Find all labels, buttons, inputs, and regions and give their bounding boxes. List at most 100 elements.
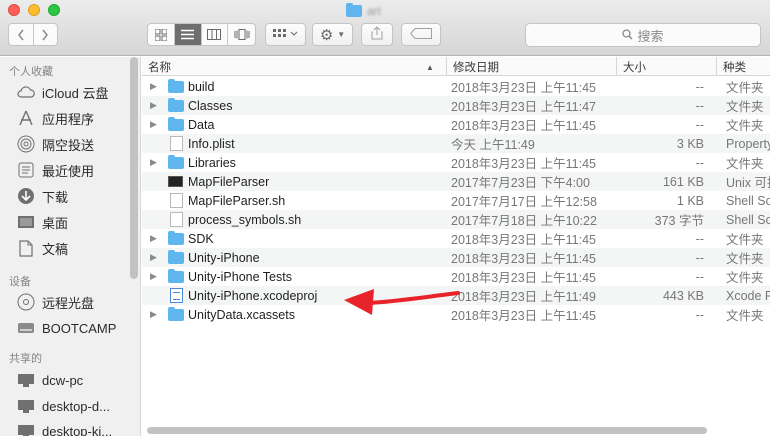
sidebar-item-remote-disc[interactable]: 远程光盘 xyxy=(16,292,94,312)
sidebar-item-label: iCloud 云盘 xyxy=(42,85,109,101)
file-kind: 文件夹 xyxy=(726,81,764,95)
toolbar: art ⚙ ▼ 搜索 xyxy=(0,0,770,56)
table-row[interactable]: process_symbols.sh 2017年7月18日 上午10:22 373 … xyxy=(142,210,770,229)
download-icon xyxy=(16,187,36,205)
documents-icon xyxy=(16,239,36,257)
table-row[interactable]: ▶ Data 2018年3月23日 上午11:45 -- 文件夹 xyxy=(142,115,770,134)
navigation-buttons xyxy=(8,23,58,46)
file-kind: Property xyxy=(726,136,770,151)
column-header-label: 名称 xyxy=(148,61,171,74)
computer-icon xyxy=(16,371,36,389)
table-header: 名称 ▲ 修改日期 大小 种类 xyxy=(142,57,770,76)
sidebar-item-label: desktop-d... xyxy=(42,398,110,414)
chevron-left-icon[interactable] xyxy=(9,24,34,45)
disclosure-triangle-icon[interactable]: ▶ xyxy=(150,309,157,320)
arrange-button[interactable] xyxy=(265,23,306,46)
zoom-button[interactable] xyxy=(48,4,60,16)
disclosure-triangle-icon[interactable]: ▶ xyxy=(150,100,157,111)
sidebar-item-applications[interactable]: 应用程序 xyxy=(16,108,94,128)
sidebar-section-devices: 设备 xyxy=(9,276,31,288)
column-header-date[interactable]: 修改日期 xyxy=(446,57,616,76)
sidebar-item-desktop[interactable]: 桌面 xyxy=(16,212,68,232)
window-title: art xyxy=(346,3,381,19)
folder-icon xyxy=(168,79,184,93)
sidebar-item-documents[interactable]: 文稿 xyxy=(16,238,68,258)
disclosure-triangle-icon[interactable]: ▶ xyxy=(150,157,157,168)
arrange-icon xyxy=(272,28,299,42)
sidebar-item-bootcamp[interactable]: BOOTCAMP xyxy=(16,318,116,338)
sidebar-section-shared: 共享的 xyxy=(9,353,42,365)
horizontal-scrollbar[interactable] xyxy=(147,427,707,434)
applications-icon xyxy=(16,109,36,127)
file-size: -- xyxy=(695,231,704,246)
icon-view-icon[interactable] xyxy=(148,24,175,45)
file-size: -- xyxy=(695,155,704,170)
folder-icon xyxy=(168,117,184,131)
sidebar-item-downloads[interactable]: 下载 xyxy=(16,186,68,206)
disclosure-triangle-icon[interactable]: ▶ xyxy=(150,271,157,282)
column-header-name[interactable]: 名称 xyxy=(142,57,442,76)
file-date: 2018年3月23日 上午11:45 xyxy=(451,252,596,266)
column-header-size[interactable]: 大小 xyxy=(616,57,716,76)
tag-button[interactable] xyxy=(401,23,441,46)
file-date: 2017年7月17日 上午12:58 xyxy=(451,195,597,209)
chevron-right-icon[interactable] xyxy=(34,24,58,45)
table-row[interactable]: MapFileParser.sh 2017年7月17日 上午12:58 1 KB Sh… xyxy=(142,191,770,210)
column-view-icon[interactable] xyxy=(202,24,229,45)
minimize-button[interactable] xyxy=(28,4,40,16)
gear-icon: ⚙ xyxy=(319,26,334,44)
cover-flow-icon[interactable] xyxy=(228,24,255,45)
sidebar-item-recents[interactable]: 最近使用 xyxy=(16,160,94,180)
sidebar-scrollbar[interactable] xyxy=(130,57,138,279)
sidebar-item-label: 下载 xyxy=(42,189,69,205)
folder-icon xyxy=(168,231,184,245)
disclosure-triangle-icon[interactable]: ▶ xyxy=(150,233,157,244)
file-kind: 文件夹 xyxy=(726,252,764,266)
table-row[interactable]: ▶ SDK 2018年3月23日 上午11:45 -- 文件夹 xyxy=(142,229,770,248)
close-button[interactable] xyxy=(8,4,20,16)
file-size: -- xyxy=(695,250,704,265)
table-row[interactable]: ▶ build 2018年3月23日 上午11:45 -- 文件夹 xyxy=(142,77,770,96)
table-row[interactable]: ▶ Libraries 2018年3月23日 上午11:45 -- 文件夹 xyxy=(142,153,770,172)
window-controls xyxy=(8,4,60,16)
table-row[interactable]: Info.plist 今天 上午11:49 3 KB Property xyxy=(142,134,770,153)
table-row[interactable]: ▶ Unity-iPhone Tests 2018年3月23日 上午11:45 -- 文… xyxy=(142,267,770,286)
disclosure-triangle-icon[interactable]: ▶ xyxy=(150,119,157,130)
sidebar-item-shared-computer[interactable]: desktop-ki... xyxy=(16,421,112,436)
file-date: 2018年3月23日 上午11:47 xyxy=(451,100,596,114)
folder-icon xyxy=(346,3,362,17)
file-list: 名称 ▲ 修改日期 大小 种类 ▶ build 2018年3月23日 上午11:45… xyxy=(142,57,770,436)
file-name: Info.plist xyxy=(188,136,235,151)
desktop-icon xyxy=(16,213,36,231)
sidebar-item-icloud[interactable]: iCloud 云盘 xyxy=(16,82,108,102)
share-button[interactable] xyxy=(361,23,393,46)
list-view-icon[interactable] xyxy=(174,24,202,45)
file-size: -- xyxy=(695,79,704,94)
table-row[interactable]: ▶ Classes 2018年3月23日 上午11:47 -- 文件夹 xyxy=(142,96,770,115)
share-icon xyxy=(371,26,383,43)
action-button[interactable]: ⚙ ▼ xyxy=(312,23,353,46)
file-date: 今天 上午11:49 xyxy=(451,138,535,152)
table-row[interactable]: ▶ Unity-iPhone 2018年3月23日 上午11:45 -- 文件夹 xyxy=(142,248,770,267)
file-name: SDK xyxy=(188,231,214,246)
document-icon xyxy=(170,193,183,208)
sidebar-item-airdrop[interactable]: 隔空投送 xyxy=(16,134,94,154)
table-row[interactable]: MapFileParser 2017年7月23日 下午4:00 161 KB Unix… xyxy=(142,172,770,191)
folder-icon xyxy=(168,155,184,169)
sidebar-item-shared-computer[interactable]: desktop-d... xyxy=(16,396,110,416)
file-kind: Xcode P xyxy=(726,288,770,303)
disclosure-triangle-icon[interactable]: ▶ xyxy=(150,81,157,92)
file-name: Classes xyxy=(188,98,233,113)
sidebar-item-shared-computer[interactable]: dcw-pc xyxy=(16,370,83,390)
column-header-kind[interactable]: 种类 xyxy=(716,57,770,76)
sidebar-item-label: 应用程序 xyxy=(42,111,95,127)
file-name: build xyxy=(188,79,215,94)
search-field[interactable]: 搜索 xyxy=(525,23,761,47)
file-kind: 文件夹 xyxy=(726,119,764,133)
sidebar-item-label: BOOTCAMP xyxy=(42,320,117,336)
file-name: process_symbols.sh xyxy=(188,212,302,227)
file-date: 2018年3月23日 上午11:49 xyxy=(451,290,596,304)
file-size: -- xyxy=(695,117,704,132)
file-kind: 文件夹 xyxy=(726,233,764,247)
disclosure-triangle-icon[interactable]: ▶ xyxy=(150,252,157,263)
